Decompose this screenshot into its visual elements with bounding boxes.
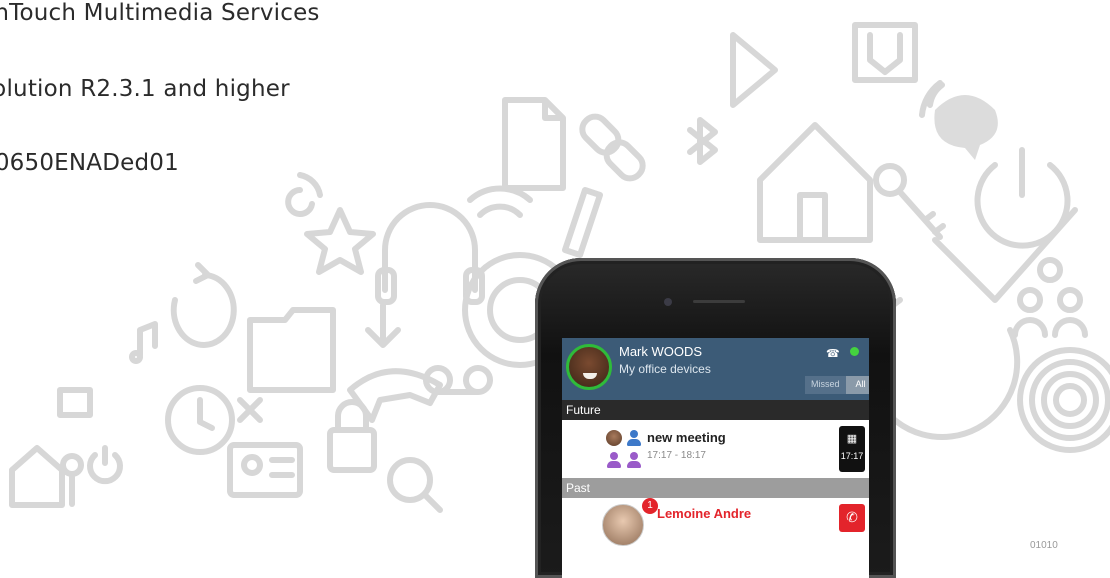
calendar-icon: ▦ — [846, 433, 858, 445]
front-camera — [664, 298, 672, 306]
phone-icon: ✆ — [846, 510, 858, 526]
star-icon — [304, 207, 376, 275]
chat-icon — [919, 80, 998, 160]
power-small-icon — [87, 445, 123, 485]
bluetooth-icon — [687, 117, 718, 165]
section-header-past: Past — [562, 478, 869, 498]
presence-status-dot — [850, 347, 859, 356]
play-icon — [730, 32, 778, 108]
app-header: Mark WOODS My office devices ☎ Missed Al… — [562, 338, 869, 400]
earpiece-speaker — [693, 300, 745, 303]
users-icon — [1012, 257, 1088, 338]
sound-rings-icon — [1017, 347, 1110, 453]
home-icon — [757, 122, 873, 243]
list-item-meeting[interactable]: new meeting 17:17 - 18:17 ▦ 17:17 — [562, 420, 869, 478]
home-small-icon — [9, 445, 65, 508]
checkmark-icon — [932, 207, 1078, 303]
meeting-time: 17:17 - 18:17 — [647, 450, 706, 461]
user-subtitle[interactable]: My office devices — [619, 362, 711, 376]
person-icon — [626, 430, 642, 446]
document-title: enTouch Multimedia Services — [0, 0, 320, 26]
lock-icon — [327, 399, 377, 473]
download-small-icon — [57, 387, 93, 418]
document-icon — [502, 97, 566, 191]
list-item-call[interactable]: 1 Lemoine Andre ✆ — [562, 498, 869, 578]
calendar-badge-time: 17:17 — [840, 451, 864, 461]
folder-icon — [247, 307, 336, 393]
user-name: Mark WOODS — [619, 344, 703, 359]
meeting-title: new meeting — [647, 430, 726, 445]
download-arrow-icon — [365, 302, 401, 348]
contact-card-icon — [227, 442, 303, 498]
phone-status-icon[interactable]: ☎ — [826, 347, 840, 360]
key-icon — [873, 163, 946, 240]
app-screen: Mark WOODS My office devices ☎ Missed Al… — [562, 338, 869, 578]
filter-missed-button[interactable]: Missed — [805, 376, 846, 394]
page-code: 01010 — [1030, 540, 1058, 551]
music-small-icon — [285, 172, 323, 217]
arrow-refresh-icon — [170, 262, 237, 348]
pencil-icon — [562, 187, 603, 258]
calendar-badge[interactable]: ▦ 17:17 — [839, 426, 865, 472]
document-reference: 90650ENADed01 — [0, 150, 179, 176]
call-button[interactable]: ✆ — [839, 504, 865, 532]
clock-icon — [165, 385, 235, 455]
headset-icon — [375, 202, 485, 305]
link-icon — [579, 113, 646, 182]
key-small-icon — [60, 453, 84, 507]
search-icon — [387, 457, 443, 513]
filter-all-button[interactable]: All — [845, 376, 869, 394]
music-notes-icon — [129, 321, 158, 364]
download-tray-icon — [852, 22, 918, 83]
participant-avatar — [606, 430, 622, 446]
caller-avatar — [602, 504, 644, 546]
caller-name: Lemoine Andre — [657, 506, 752, 521]
user-avatar[interactable] — [566, 344, 612, 390]
person-icon — [606, 452, 622, 468]
section-header-future: Future — [562, 400, 869, 420]
missed-call-badge: 1 — [642, 498, 658, 514]
filter-toggle: Missed All — [805, 376, 869, 394]
person-icon — [626, 452, 642, 468]
close-x-icon — [237, 397, 263, 423]
document-version: solution R2.3.1 and higher — [0, 76, 290, 102]
smartphone-device: Mark WOODS My office devices ☎ Missed Al… — [535, 258, 896, 578]
